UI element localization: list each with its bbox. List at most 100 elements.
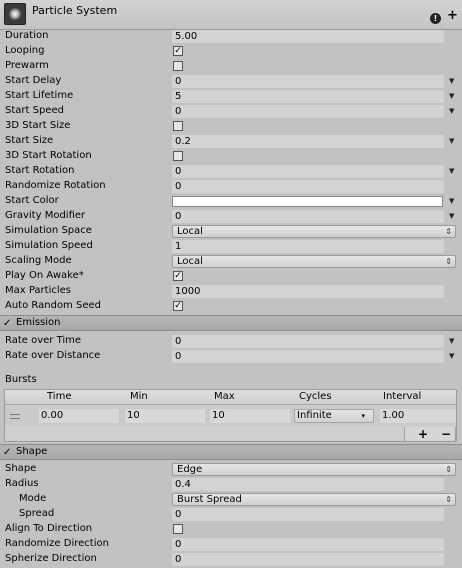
duration-field[interactable]: 5.00 — [172, 30, 444, 43]
label-align-to-direction: Align To Direction — [5, 523, 93, 534]
label-radius: Radius — [5, 478, 39, 489]
row-start-lifetime: Start Lifetime 5 ▼ — [0, 89, 462, 104]
label-rate-over-distance: Rate over Distance — [5, 350, 101, 361]
burst-cycles-dropdown[interactable]: Infinite ▾ — [294, 409, 374, 423]
randomize-direction-field[interactable]: 0 — [172, 538, 444, 551]
row-looping: Looping ✓ — [0, 44, 462, 59]
burst-max-field[interactable]: 10 — [210, 409, 290, 423]
row-3d-start-rotation: 3D Start Rotation — [0, 149, 462, 164]
label-max-particles: Max Particles — [5, 285, 72, 296]
label-simulation-space: Simulation Space — [5, 225, 92, 236]
label-start-size: Start Size — [5, 135, 54, 146]
burst-time-field[interactable]: 0.00 — [39, 409, 119, 423]
label-simulation-speed: Simulation Speed — [5, 240, 93, 251]
row-rate-over-distance: Rate over Distance 0 ▼ — [0, 349, 462, 364]
3d-start-size-checkbox[interactable] — [173, 121, 183, 131]
label-start-color: Start Color — [5, 195, 59, 206]
label-randomize-rotation: Randomize Rotation — [5, 180, 106, 191]
label-3d-start-rotation: 3D Start Rotation — [5, 150, 92, 161]
shape-dropdown[interactable]: Edge ⇕ — [172, 463, 456, 476]
label-3d-start-size: 3D Start Size — [5, 120, 71, 131]
curve-mode-dropdown-icon[interactable]: ▼ — [449, 350, 454, 363]
start-size-field[interactable]: 0.2 — [172, 135, 444, 148]
row-start-speed: Start Speed 0 ▼ — [0, 104, 462, 119]
scaling-mode-dropdown[interactable]: Local ⇕ — [172, 255, 456, 268]
curve-mode-dropdown-icon[interactable]: ▼ — [449, 165, 454, 178]
row-play-on-awake: Play On Awake* ✓ — [0, 269, 462, 284]
start-delay-field[interactable]: 0 — [172, 75, 444, 88]
popup-arrows-icon: ⇕ — [445, 257, 452, 266]
emission-module-header[interactable]: ✓ Emission — [0, 315, 462, 331]
gravity-modifier-field[interactable]: 0 — [172, 210, 444, 223]
label-auto-random-seed: Auto Random Seed — [5, 300, 101, 311]
row-simulation-speed: Simulation Speed 1 — [0, 239, 462, 254]
simulation-space-value: Local — [177, 226, 203, 237]
drag-handle-icon[interactable] — [10, 414, 20, 419]
row-scaling-mode: Scaling Mode Local ⇕ — [0, 254, 462, 269]
row-align-to-direction: Align To Direction — [0, 522, 462, 537]
row-prewarm: Prewarm — [0, 59, 462, 74]
curve-mode-dropdown-icon[interactable]: ▼ — [449, 210, 454, 223]
curve-mode-dropdown-icon[interactable]: ▼ — [449, 135, 454, 148]
help-icon[interactable]: ! — [430, 13, 441, 24]
simulation-space-dropdown[interactable]: Local ⇕ — [172, 225, 456, 238]
label-gravity-modifier: Gravity Modifier — [5, 210, 86, 221]
row-duration: Duration 5.00 — [0, 29, 462, 44]
start-rotation-field[interactable]: 0 — [172, 165, 444, 178]
3d-start-rotation-checkbox[interactable] — [173, 151, 183, 161]
align-to-direction-checkbox[interactable] — [173, 524, 183, 534]
spread-field[interactable]: 0 — [172, 508, 444, 521]
row-spherize-direction: Spherize Direction 0 — [0, 552, 462, 567]
row-radius: Radius 0.4 — [0, 477, 462, 492]
scaling-mode-value: Local — [177, 256, 203, 267]
burst-min-field[interactable]: 10 — [125, 409, 205, 423]
row-max-particles: Max Particles 1000 — [0, 284, 462, 299]
shape-module-header[interactable]: ✓ Shape — [0, 444, 462, 460]
burst-cycles-value: Infinite — [297, 410, 332, 421]
particle-system-icon — [4, 3, 26, 25]
prewarm-checkbox[interactable] — [173, 61, 183, 71]
bursts-col-time: Time — [47, 391, 72, 402]
plus-icon[interactable]: + — [447, 9, 458, 23]
label-randomize-direction: Randomize Direction — [5, 538, 109, 549]
start-color-swatch[interactable] — [172, 196, 443, 207]
rate-over-time-field[interactable]: 0 — [172, 335, 444, 348]
add-burst-button[interactable]: + — [418, 427, 428, 441]
row-gravity-modifier: Gravity Modifier 0 ▼ — [0, 209, 462, 224]
bursts-col-interval: Interval — [383, 391, 422, 402]
shape-enable-checkbox[interactable]: ✓ — [3, 447, 11, 458]
curve-mode-dropdown-icon[interactable]: ▼ — [449, 90, 454, 103]
looping-checkbox[interactable]: ✓ — [173, 46, 183, 56]
row-shape: Shape Edge ⇕ — [0, 462, 462, 477]
start-speed-field[interactable]: 0 — [172, 105, 444, 118]
label-start-lifetime: Start Lifetime — [5, 90, 74, 101]
shape-title: Shape — [16, 446, 48, 457]
randomize-rotation-field[interactable]: 0 — [172, 180, 444, 193]
play-on-awake-checkbox[interactable]: ✓ — [173, 271, 183, 281]
max-particles-field[interactable]: 1000 — [172, 285, 444, 298]
curve-mode-dropdown-icon[interactable]: ▼ — [449, 75, 454, 88]
simulation-speed-field[interactable]: 1 — [172, 240, 444, 253]
mode-dropdown[interactable]: Burst Spread ⇕ — [172, 493, 456, 506]
color-mode-dropdown-icon[interactable]: ▼ — [449, 195, 454, 208]
bursts-label-row: Bursts — [0, 373, 462, 388]
spherize-direction-field[interactable]: 0 — [172, 553, 444, 566]
radius-field[interactable]: 0.4 — [172, 478, 444, 491]
burst-interval-field[interactable]: 1.00 — [380, 409, 456, 423]
emission-enable-checkbox[interactable]: ✓ — [3, 318, 11, 329]
bursts-header: Time Min Max Cycles Interval — [5, 390, 456, 405]
bursts-label: Bursts — [5, 374, 37, 385]
row-rate-over-time: Rate over Time 0 ▼ — [0, 334, 462, 349]
rate-over-distance-field[interactable]: 0 — [172, 350, 444, 363]
component-header[interactable]: Particle System ! + — [0, 0, 462, 30]
bursts-col-cycles: Cycles — [299, 391, 332, 402]
curve-mode-dropdown-icon[interactable]: ▼ — [449, 335, 454, 348]
curve-mode-dropdown-icon[interactable]: ▼ — [449, 105, 454, 118]
table-row[interactable]: 0.00 10 10 Infinite ▾ 1.00 — [5, 406, 456, 426]
auto-random-seed-checkbox[interactable]: ✓ — [173, 301, 183, 311]
start-lifetime-field[interactable]: 5 — [172, 90, 444, 103]
row-3d-start-size: 3D Start Size — [0, 119, 462, 134]
label-start-speed: Start Speed — [5, 105, 64, 116]
shape-value: Edge — [177, 464, 203, 475]
remove-burst-button[interactable]: − — [441, 427, 451, 441]
